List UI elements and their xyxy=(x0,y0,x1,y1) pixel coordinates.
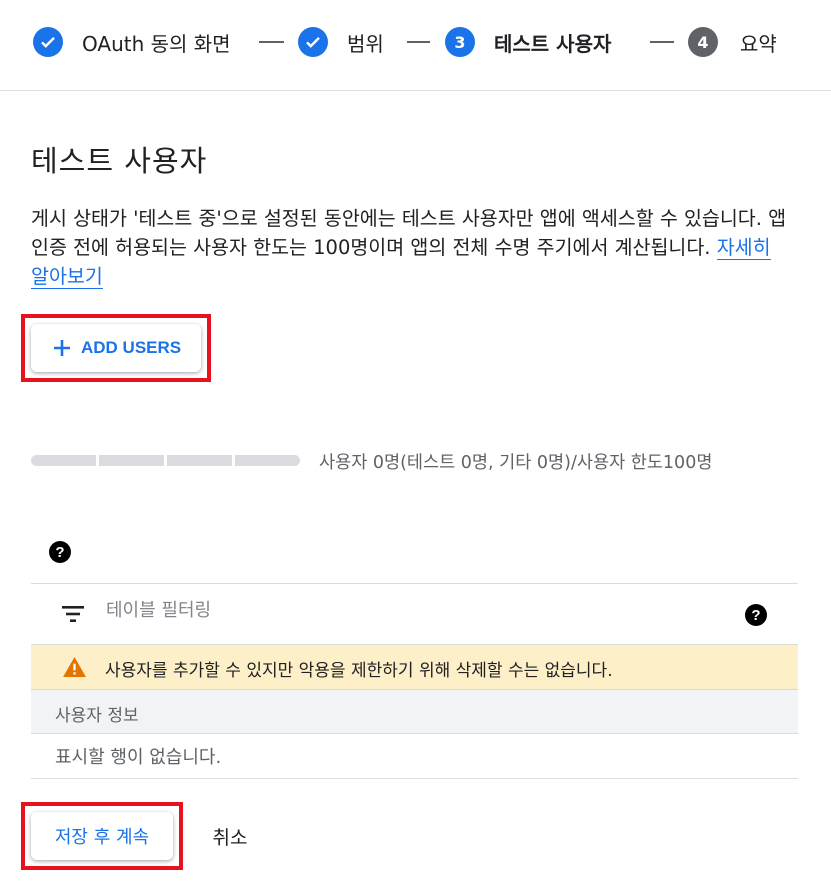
empty-message: 표시할 행이 없습니다. xyxy=(55,747,222,768)
test-users-table: ? 사용자를 추가할 수 있지만 악용을 제한하기 위해 삭제할 수는 없습니다… xyxy=(31,583,798,779)
step-label: 요약 xyxy=(740,31,777,56)
step-label: 범위 xyxy=(347,31,384,56)
cancel-button[interactable]: 취소 xyxy=(192,812,268,860)
step-divider xyxy=(650,41,674,43)
step-label: 테스트 사용자 xyxy=(494,31,612,56)
column-header-user-info[interactable]: 사용자 정보 xyxy=(55,701,139,726)
page-title: 테스트 사용자 xyxy=(31,144,208,178)
table-empty-row: 표시할 행이 없습니다. xyxy=(31,734,798,779)
table-header-row: 사용자 정보 xyxy=(31,690,798,734)
save-and-continue-button[interactable]: 저장 후 계속 xyxy=(31,812,173,860)
step-number-badge: 3 xyxy=(445,27,475,57)
step-summary[interactable]: 4 요약 xyxy=(688,22,777,62)
check-icon xyxy=(298,27,328,57)
quota-segment xyxy=(167,455,232,466)
warning-text: 사용자를 추가할 수 있지만 악용을 제한하기 위해 삭제할 수는 없습니다. xyxy=(105,661,613,681)
quota-segment xyxy=(31,455,96,466)
save-label: 저장 후 계속 xyxy=(54,827,150,848)
step-divider xyxy=(407,41,430,43)
plus-icon xyxy=(54,340,70,356)
quota-segment xyxy=(235,455,300,466)
step-scopes[interactable]: 범위 xyxy=(298,22,384,62)
description-text: 게시 상태가 '테스트 중'으로 설정된 동안에는 테스트 사용자만 앱에 액세… xyxy=(31,207,787,259)
stepper: OAuth 동의 화면 범위 3 테스트 사용자 4 요약 xyxy=(0,0,831,91)
table-filter-input[interactable] xyxy=(106,600,606,621)
quota-progress-bar xyxy=(31,455,300,466)
cancel-label: 취소 xyxy=(212,826,248,849)
step-divider xyxy=(259,41,284,43)
quota-segment xyxy=(99,455,164,466)
warning-banner: 사용자를 추가할 수 있지만 악용을 제한하기 위해 삭제할 수는 없습니다. xyxy=(31,645,798,690)
step-label: OAuth 동의 화면 xyxy=(82,31,231,56)
page-description: 게시 상태가 '테스트 중'으로 설정된 동안에는 테스트 사용자만 앱에 액세… xyxy=(31,204,791,291)
table-filter-bar: ? xyxy=(31,583,798,645)
step-test-users[interactable]: 3 테스트 사용자 xyxy=(445,22,611,62)
warning-icon xyxy=(63,657,86,677)
quota-text: 사용자 0명(테스트 0명, 기타 0명)/사용자 한도100명 xyxy=(319,453,713,473)
step-number-badge: 4 xyxy=(688,27,718,57)
add-users-button[interactable]: ADD USERS xyxy=(31,324,201,372)
check-icon xyxy=(33,27,63,57)
help-icon[interactable]: ? xyxy=(745,604,767,626)
filter-icon[interactable] xyxy=(62,606,84,622)
add-users-label: ADD USERS xyxy=(81,338,182,357)
help-icon[interactable]: ? xyxy=(49,541,71,563)
step-oauth-consent[interactable]: OAuth 동의 화면 xyxy=(33,22,231,62)
